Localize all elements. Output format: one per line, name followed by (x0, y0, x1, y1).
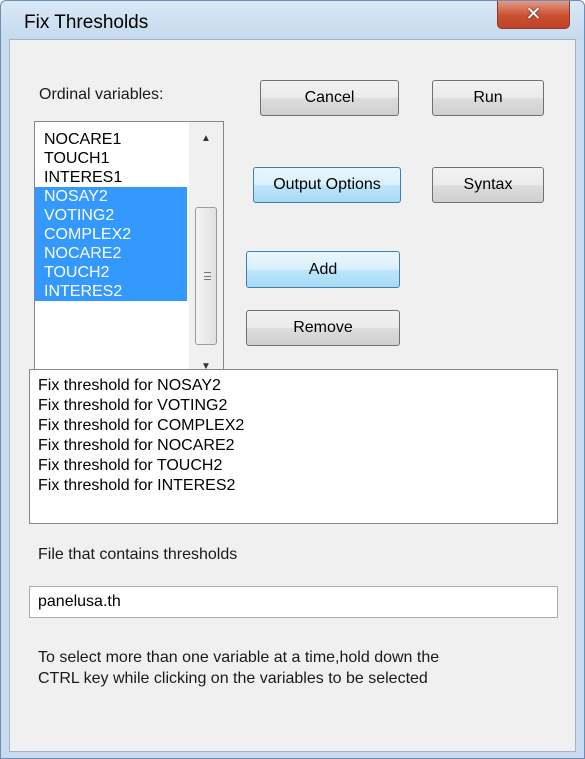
run-button[interactable]: Run (432, 80, 544, 116)
thresholds-file-input[interactable]: panelusa.th (29, 586, 558, 618)
add-button[interactable]: Add (246, 251, 400, 288)
dialog-window: Fix Thresholds ✕ Ordinal variables: Canc… (0, 0, 585, 759)
threshold-list-item[interactable]: Fix threshold for NOCARE2 (38, 436, 557, 456)
close-button[interactable]: ✕ (497, 1, 570, 29)
variable-list-item[interactable]: INTERES2 (35, 282, 187, 301)
cancel-button[interactable]: Cancel (260, 80, 399, 116)
variable-list: NOCARE1 TOUCH1 INTERES1 NOSAY2 VOTING2 COMPLE… (35, 130, 187, 301)
vertical-scrollbar[interactable]: ▲ ▼ (189, 122, 223, 382)
ordinal-variables-label: Ordinal variables: (39, 86, 164, 103)
fixed-thresholds-list[interactable]: Fix threshold for NOSAY2 Fix threshold fo… (29, 369, 558, 524)
syntax-button[interactable]: Syntax (432, 167, 544, 203)
variable-list-item[interactable]: INTERES1 (35, 168, 187, 187)
scroll-thumb[interactable] (195, 207, 217, 345)
close-icon: ✕ (525, 4, 542, 25)
variable-list-item[interactable]: VOTING2 (35, 206, 187, 225)
file-label: File that contains thresholds (38, 546, 238, 563)
output-options-button[interactable]: Output Options (253, 167, 401, 203)
hint-line-1: To select more than one variable at a ti… (38, 649, 440, 666)
threshold-list-item[interactable]: Fix threshold for NOSAY2 (38, 376, 557, 396)
ordinal-variables-listbox[interactable]: NOCARE1 TOUCH1 INTERES1 NOSAY2 VOTING2 COMPLE… (34, 121, 224, 383)
hint-line-2: CTRL key while clicking on the variables… (38, 670, 428, 687)
variable-list-item[interactable]: NOCARE1 (35, 130, 187, 149)
threshold-list-item[interactable]: Fix threshold for COMPLEX2 (38, 416, 557, 436)
variable-list-item[interactable]: TOUCH2 (35, 263, 187, 282)
grip-icon (204, 272, 211, 280)
threshold-list-item[interactable]: Fix threshold for VOTING2 (38, 396, 557, 416)
scroll-up-icon[interactable]: ▲ (189, 122, 223, 154)
variable-list-item[interactable]: NOCARE2 (35, 244, 187, 263)
variable-list-item[interactable]: TOUCH1 (35, 149, 187, 168)
remove-button[interactable]: Remove (246, 310, 400, 346)
threshold-list-item[interactable]: Fix threshold for INTERES2 (38, 476, 557, 496)
threshold-list-item[interactable]: Fix threshold for TOUCH2 (38, 456, 557, 476)
variable-list-item[interactable]: NOSAY2 (35, 187, 187, 206)
window-title: Fix Thresholds (24, 12, 149, 33)
threshold-entries: Fix threshold for NOSAY2 Fix threshold fo… (38, 376, 557, 496)
selection-hint: To select more than one variable at a ti… (38, 647, 439, 689)
variable-list-item[interactable]: COMPLEX2 (35, 225, 187, 244)
